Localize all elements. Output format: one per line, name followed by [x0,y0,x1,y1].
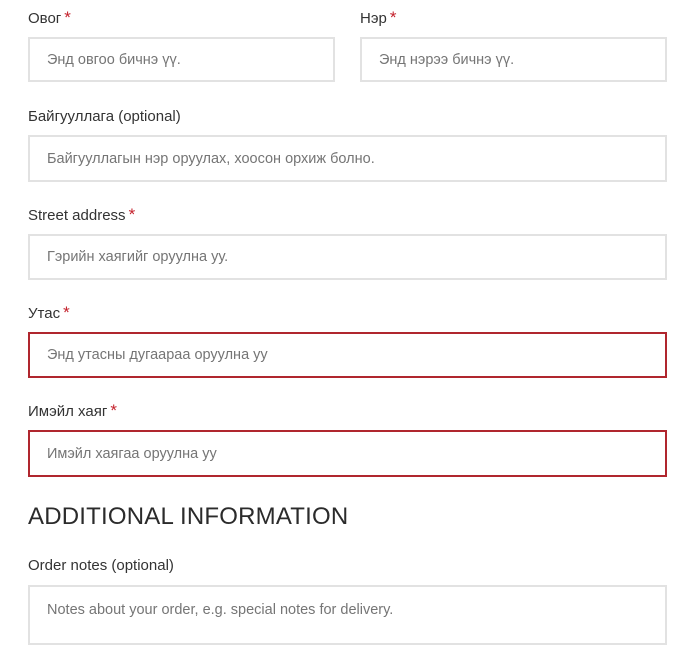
street-address-label-text: Street address [28,207,126,224]
required-mark: * [389,8,397,27]
last-name-label: Овог * [28,9,71,28]
order-notes-label: Order notes (optional) [28,557,174,575]
phone-input[interactable] [28,332,667,378]
phone-label-text: Утас [28,305,61,322]
email-input[interactable] [28,430,667,477]
company-label-text: Байгууллага (optional) [28,108,181,125]
first-name-input[interactable] [360,37,667,82]
required-mark: * [64,8,71,27]
company-label: Байгууллага (optional) [28,108,181,126]
required-mark: * [110,401,117,420]
company-input[interactable] [28,135,667,182]
last-name-label-text: Овог [28,10,62,27]
additional-information-heading: ADDITIONAL INFORMATION [28,503,349,530]
street-address-label: Street address * [28,206,135,225]
order-notes-textarea[interactable] [28,585,667,645]
first-name-label: Нэр * [360,9,396,28]
email-label: Имэйл хаяг * [28,402,117,421]
street-address-input[interactable] [28,234,667,280]
required-mark: * [63,303,70,322]
order-notes-label-text: Order notes (optional) [28,557,174,574]
last-name-input[interactable] [28,37,335,82]
phone-label: Утас * [28,304,70,323]
email-label-text: Имэйл хаяг [28,403,108,420]
required-mark: * [128,205,136,224]
first-name-label-text: Нэр [360,10,387,27]
